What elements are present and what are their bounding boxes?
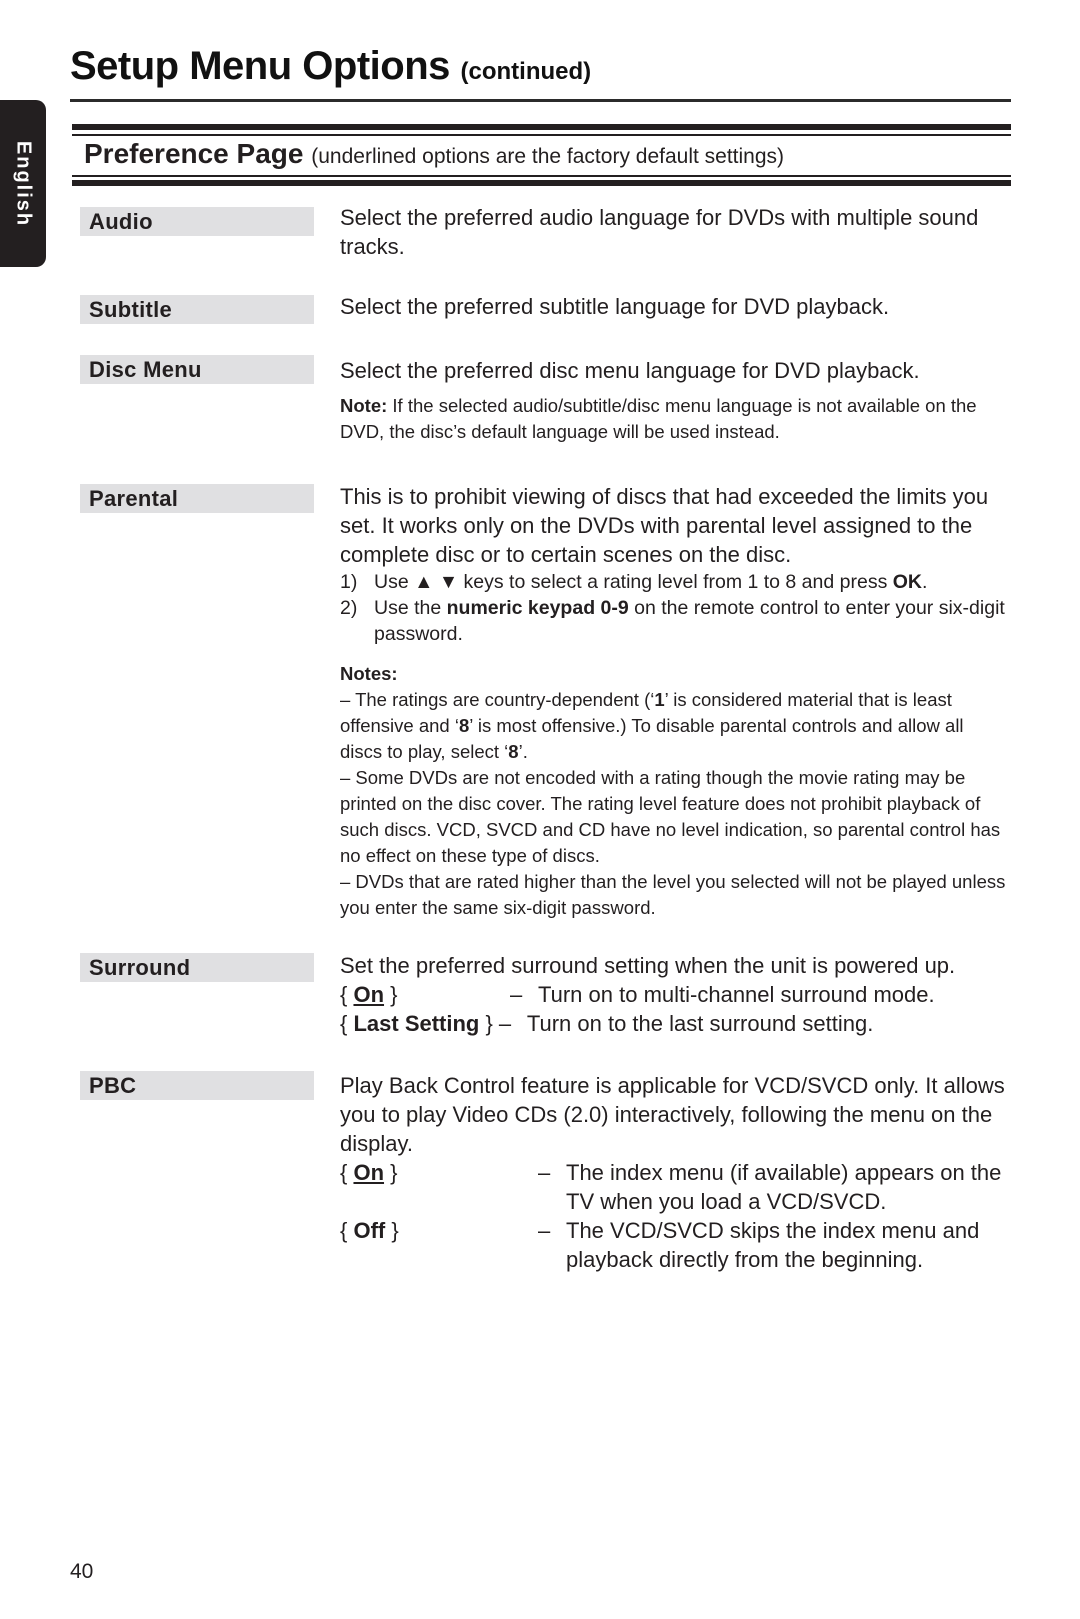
parental-note-2: – Some DVDs are not encoded with a ratin… [340, 767, 1001, 866]
choice-text: Turn on to the last surround setting. [526, 1011, 874, 1036]
option-label-text: Subtitle [89, 297, 173, 322]
option-desc-subtitle: Select the preferred subtitle language f… [340, 292, 1010, 321]
choice-key: { Off } [340, 1218, 399, 1243]
step-text: Use ▲ ▼ keys to select a rating level fr… [374, 571, 893, 593]
note-label: Note: [340, 395, 388, 416]
description-text: Select the preferred subtitle language f… [340, 294, 890, 319]
option-desc-surround: Set the preferred surround setting when … [340, 951, 1010, 1038]
step-key: numeric keypad 0-9 [446, 597, 629, 619]
step-number: 2) [340, 597, 358, 619]
parental-notes: Notes: – The ratings are country-depende… [340, 661, 1010, 921]
option-label-audio: Audio [80, 207, 314, 236]
option-desc-disc-menu: Select the preferred disc menu language … [340, 356, 1010, 445]
language-tab: English [0, 100, 46, 267]
option-desc-parental: This is to prohibit viewing of discs tha… [340, 482, 1010, 921]
page-number: 40 [70, 1560, 94, 1583]
parental-note-1: – The ratings are country-dependent (‘1 ’… [340, 687, 1010, 765]
choice-dash: – [498, 1011, 512, 1036]
choice-dash: – [538, 1218, 551, 1243]
page-title: Setup Menu Options (continued) [70, 44, 591, 89]
section-title-text: Preference Page [84, 138, 304, 169]
option-label-surround: Surround [80, 953, 314, 982]
choice-key: { On } [340, 1160, 398, 1185]
step-key: OK [892, 571, 922, 593]
option-label-text: PBC [89, 1073, 137, 1098]
parental-note-3: – DVDs that are rated higher than the le… [340, 871, 1006, 918]
surround-choice-on: { On } – Turn on to multi-channel surrou… [340, 980, 1010, 1009]
choice-text: The index menu (if available) appears on… [566, 1160, 1002, 1214]
disc-menu-note: Note: If the selected audio/subtitle/dis… [340, 393, 1010, 445]
section-rule-bottom-thick [72, 180, 1011, 186]
option-label-subtitle: Subtitle [80, 295, 314, 324]
choice-name-default: On [353, 982, 385, 1007]
description-text: This is to prohibit viewing of discs tha… [340, 484, 989, 567]
note-emphasis: 1 [654, 689, 665, 710]
section-subtitle: (underlined options are the factory defa… [311, 145, 785, 168]
section-rule-top-thin [72, 134, 1011, 136]
choice-dash: – [538, 1160, 551, 1185]
title-rule [70, 99, 1011, 102]
note-text: – The ratings are country-dependent (‘ [340, 689, 655, 710]
description-text: Play Back Control feature is applicable … [340, 1073, 1005, 1156]
option-desc-pbc: Play Back Control feature is applicable … [340, 1071, 1010, 1274]
choice-name-default: On [353, 1160, 385, 1185]
pbc-choice-off: { Off } – The VCD/SVCD skips the index m… [340, 1216, 1010, 1274]
description-text: Select the preferred disc menu language … [340, 358, 920, 383]
pbc-choice-on: { On } – The index menu (if available) a… [340, 1158, 1010, 1216]
option-label-pbc: PBC [80, 1071, 314, 1100]
parental-step-2: 2) Use the numeric keypad 0-9 on the rem… [340, 595, 1010, 647]
option-label-disc-menu: Disc Menu [80, 355, 314, 384]
step-number: 1) [340, 571, 358, 593]
note-text: ’. [518, 741, 528, 762]
choice-text: The VCD/SVCD skips the index menu and pl… [566, 1218, 980, 1272]
option-label-text: Parental [89, 486, 179, 511]
note-emphasis: 8 [508, 741, 519, 762]
choice-name: Off [353, 1218, 386, 1243]
option-label-text: Disc Menu [89, 357, 202, 382]
notes-label: Notes: [340, 663, 398, 684]
section-title: Preference Page (underlined options are … [84, 138, 784, 170]
choice-key: { Last Setting } [340, 1011, 493, 1036]
choice-dash: – [510, 982, 523, 1007]
choice-name: Last Setting [353, 1011, 480, 1036]
language-tab-label: English [12, 140, 35, 227]
page-title-text: Setup Menu Options [70, 44, 450, 88]
option-label-parental: Parental [80, 484, 314, 513]
section-rule-bottom-thin [72, 175, 1011, 177]
choice-text: Turn on to multi-channel surround mode. [538, 982, 935, 1007]
option-label-text: Audio [89, 209, 153, 234]
note-emphasis: 8 [458, 715, 470, 736]
step-text: Use the [374, 597, 447, 619]
surround-choice-last-setting: { Last Setting } – Turn on to the last s… [340, 1009, 1010, 1038]
option-label-text: Surround [89, 955, 191, 980]
choice-key: { On } [340, 982, 398, 1007]
parental-step-1: 1) Use ▲ ▼ keys to select a rating level… [340, 569, 1010, 595]
option-desc-audio: Select the preferred audio language for … [340, 203, 1010, 261]
note-text: If the selected audio/subtitle/disc menu… [340, 395, 977, 442]
step-text-end: . [922, 571, 928, 593]
section-rule-top-thick [72, 124, 1011, 130]
page-title-suffix: (continued) [460, 58, 592, 85]
description-text: Set the preferred surround setting when … [340, 953, 956, 978]
description-text: Select the preferred audio language for … [340, 205, 979, 259]
